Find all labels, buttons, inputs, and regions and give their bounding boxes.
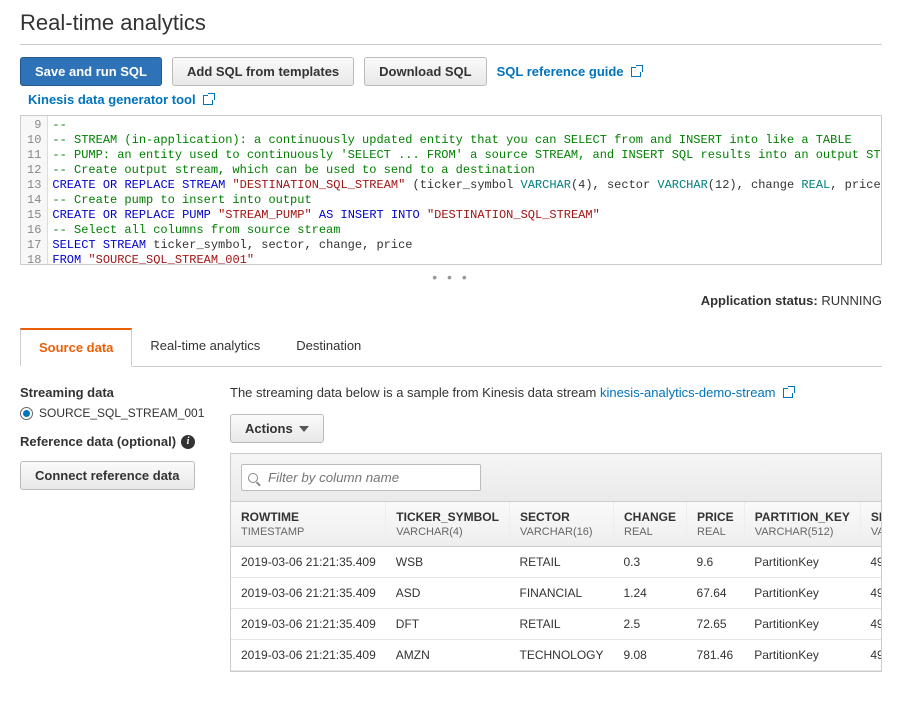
stream-radio[interactable] — [20, 407, 33, 420]
table-cell: RETAIL — [509, 547, 613, 578]
table-cell: TECHNOLOGY — [509, 640, 613, 671]
table-row[interactable]: 2019-03-06 21:21:35.409WSBRETAIL0.39.6Pa… — [231, 547, 882, 578]
page-title: Real-time analytics — [20, 10, 882, 45]
table-cell: ASD — [386, 578, 510, 609]
table-cell: RETAIL — [509, 609, 613, 640]
stream-name-label: SOURCE_SQL_STREAM_001 — [39, 406, 204, 420]
table-cell: 2019-03-06 21:21:35.409 — [231, 578, 386, 609]
application-status: Application status: RUNNING — [20, 293, 882, 308]
table-cell: 495 — [860, 609, 882, 640]
sample-description: The streaming data below is a sample fro… — [230, 385, 882, 400]
resize-handle-icon[interactable]: • • • — [20, 265, 882, 293]
tab-destination[interactable]: Destination — [278, 328, 379, 366]
external-link-icon — [203, 95, 213, 105]
demo-stream-link[interactable]: kinesis-analytics-demo-stream — [600, 385, 793, 400]
table-cell: 495 — [860, 578, 882, 609]
streaming-data-header: Streaming data — [20, 385, 210, 400]
reference-data-header: Reference data (optional) i — [20, 434, 210, 449]
table-cell: 72.65 — [687, 609, 745, 640]
add-sql-templates-button[interactable]: Add SQL from templates — [172, 57, 354, 86]
column-header[interactable]: SEVA — [860, 502, 882, 547]
table-cell: 2019-03-06 21:21:35.409 — [231, 609, 386, 640]
table-cell: 2019-03-06 21:21:35.409 — [231, 640, 386, 671]
chevron-down-icon — [299, 426, 309, 432]
table-cell: 495 — [860, 547, 882, 578]
external-link-icon — [631, 67, 641, 77]
table-cell: 781.46 — [687, 640, 745, 671]
tab-source-data[interactable]: Source data — [20, 328, 132, 367]
table-row[interactable]: 2019-03-06 21:21:35.409DFTRETAIL2.572.65… — [231, 609, 882, 640]
info-icon[interactable]: i — [181, 435, 195, 449]
column-header[interactable]: PRICEREAL — [687, 502, 745, 547]
table-cell: AMZN — [386, 640, 510, 671]
tab-bar: Source dataReal-time analyticsDestinatio… — [20, 328, 882, 367]
table-cell: 1.24 — [614, 578, 687, 609]
table-cell: PartitionKey — [744, 640, 860, 671]
table-row[interactable]: 2019-03-06 21:21:35.409ASDFINANCIAL1.246… — [231, 578, 882, 609]
actions-dropdown-button[interactable]: Actions — [230, 414, 324, 443]
external-link-icon — [783, 388, 793, 398]
table-cell: FINANCIAL — [509, 578, 613, 609]
table-cell: WSB — [386, 547, 510, 578]
save-run-sql-button[interactable]: Save and run SQL — [20, 57, 162, 86]
table-cell: 9.6 — [687, 547, 745, 578]
toolbar: Save and run SQL Add SQL from templates … — [20, 57, 882, 86]
table-cell: 0.3 — [614, 547, 687, 578]
table-cell: 2019-03-06 21:21:35.409 — [231, 547, 386, 578]
column-header[interactable]: PARTITION_KEYVARCHAR(512) — [744, 502, 860, 547]
column-header[interactable]: ROWTIMETIMESTAMP — [231, 502, 386, 547]
table-cell: 9.08 — [614, 640, 687, 671]
table-cell: PartitionKey — [744, 609, 860, 640]
download-sql-button[interactable]: Download SQL — [364, 57, 486, 86]
column-header[interactable]: CHANGEREAL — [614, 502, 687, 547]
sql-editor[interactable]: 9101112131415161718192021 ---- STREAM (i… — [20, 115, 882, 265]
table-cell: PartitionKey — [744, 547, 860, 578]
table-cell: 2.5 — [614, 609, 687, 640]
table-cell: DFT — [386, 609, 510, 640]
filter-input[interactable] — [241, 464, 481, 491]
table-row[interactable]: 2019-03-06 21:21:35.409AMZNTECHNOLOGY9.0… — [231, 640, 882, 671]
connect-reference-data-button[interactable]: Connect reference data — [20, 461, 195, 490]
table-cell: PartitionKey — [744, 578, 860, 609]
data-table: ROWTIMETIMESTAMPTICKER_SYMBOLVARCHAR(4)S… — [231, 502, 882, 671]
column-header[interactable]: SECTORVARCHAR(16) — [509, 502, 613, 547]
table-cell: 495 — [860, 640, 882, 671]
tab-real-time-analytics[interactable]: Real-time analytics — [132, 328, 278, 366]
sql-reference-guide-link[interactable]: SQL reference guide — [497, 64, 642, 79]
kinesis-generator-link[interactable]: Kinesis data generator tool — [28, 92, 213, 107]
column-header[interactable]: TICKER_SYMBOLVARCHAR(4) — [386, 502, 510, 547]
table-cell: 67.64 — [687, 578, 745, 609]
search-icon — [248, 473, 258, 483]
